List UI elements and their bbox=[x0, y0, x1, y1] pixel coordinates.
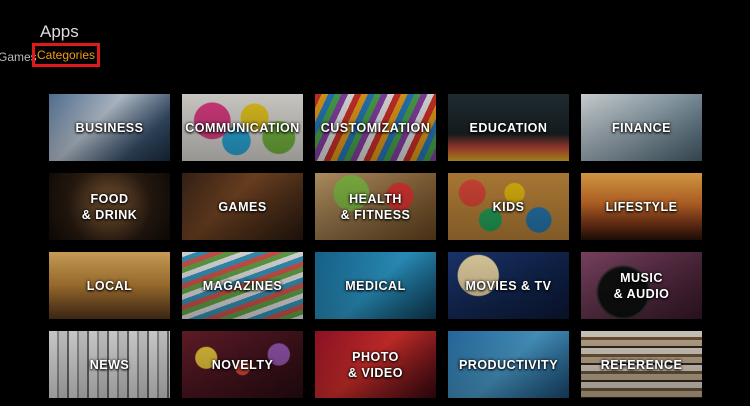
tile-label: MUSIC & AUDIO bbox=[613, 270, 670, 301]
category-tile-medical[interactable]: MEDICAL bbox=[315, 252, 436, 319]
category-tile-business[interactable]: BUSINESS bbox=[49, 94, 170, 161]
category-tile-novelty[interactable]: NOVELTY bbox=[182, 331, 303, 398]
tile-label: CUSTOMIZATION bbox=[320, 120, 431, 135]
tile-label: PRODUCTIVITY bbox=[458, 357, 559, 372]
tile-label: PHOTO & VIDEO bbox=[348, 349, 403, 380]
category-tile-music-audio[interactable]: MUSIC & AUDIO bbox=[581, 252, 702, 319]
tile-label: FOOD & DRINK bbox=[81, 191, 138, 222]
tile-label: LIFESTYLE bbox=[605, 199, 678, 214]
category-tile-finance[interactable]: FINANCE bbox=[581, 94, 702, 161]
tile-label: COMMUNICATION bbox=[185, 120, 300, 135]
tab-categories[interactable]: Categories bbox=[32, 43, 100, 67]
category-tile-education[interactable]: EDUCATION bbox=[448, 94, 569, 161]
category-tile-customization[interactable]: CUSTOMIZATION bbox=[315, 94, 436, 161]
tile-label: BUSINESS bbox=[75, 120, 144, 135]
category-tile-health-fitness[interactable]: HEALTH & FITNESS bbox=[315, 173, 436, 240]
tile-label: EDUCATION bbox=[469, 120, 548, 135]
tile-label: NEWS bbox=[89, 357, 130, 372]
tile-label: REFERENCE bbox=[600, 357, 683, 372]
tile-label: KIDS bbox=[492, 199, 525, 214]
category-tile-food-drink[interactable]: FOOD & DRINK bbox=[49, 173, 170, 240]
tile-label: GAMES bbox=[218, 199, 267, 214]
category-tile-communication[interactable]: COMMUNICATION bbox=[182, 94, 303, 161]
category-tile-movies-tv[interactable]: MOVIES & TV bbox=[448, 252, 569, 319]
tile-label: MAGAZINES bbox=[202, 278, 283, 293]
category-grid: BUSINESS COMMUNICATION CUSTOMIZATION EDU… bbox=[49, 94, 702, 398]
category-tile-photo-video[interactable]: PHOTO & VIDEO bbox=[315, 331, 436, 398]
category-tile-magazines[interactable]: MAGAZINES bbox=[182, 252, 303, 319]
category-tile-kids[interactable]: KIDS bbox=[448, 173, 569, 240]
tile-label: NOVELTY bbox=[211, 357, 274, 372]
tile-label: FINANCE bbox=[611, 120, 672, 135]
page-title: Apps bbox=[40, 22, 79, 41]
category-tile-productivity[interactable]: PRODUCTIVITY bbox=[448, 331, 569, 398]
tile-label: MEDICAL bbox=[345, 278, 406, 293]
category-tile-lifestyle[interactable]: LIFESTYLE bbox=[581, 173, 702, 240]
tile-label: HEALTH & FITNESS bbox=[340, 191, 411, 222]
category-tile-local[interactable]: LOCAL bbox=[49, 252, 170, 319]
category-tile-reference[interactable]: REFERENCE bbox=[581, 331, 702, 398]
tile-label: MOVIES & TV bbox=[465, 278, 552, 293]
tile-label: LOCAL bbox=[86, 278, 133, 293]
category-tile-games[interactable]: GAMES bbox=[182, 173, 303, 240]
category-tile-news[interactable]: NEWS bbox=[49, 331, 170, 398]
